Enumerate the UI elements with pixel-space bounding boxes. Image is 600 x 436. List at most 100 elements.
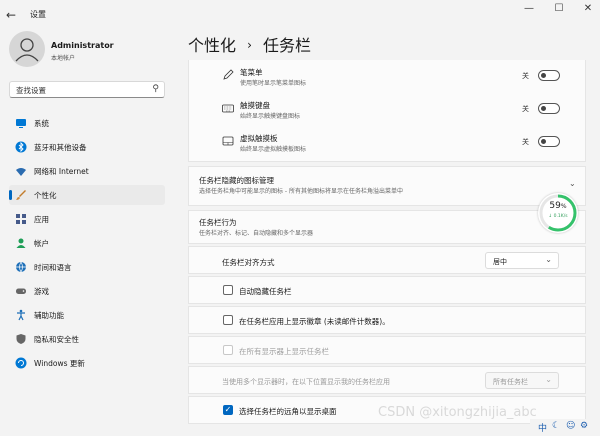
option-row: 在任务栏应用上显示徽章 (未读邮件计数器)。: [188, 306, 586, 334]
sidebar-item-4[interactable]: 应用: [9, 209, 165, 229]
game-icon: [15, 285, 27, 297]
corner-icon-title: 虚拟触摸板: [240, 134, 278, 143]
behaviors-desc: 任务栏对齐、标记、自动隐藏和多个显示器: [199, 230, 314, 237]
multi-display-select[interactable]: 所有任务栏 ⌄: [485, 372, 559, 389]
back-icon[interactable]: ←: [6, 8, 16, 22]
option-checkbox[interactable]: [223, 285, 233, 295]
pen-icon: [222, 69, 234, 81]
tray-item[interactable]: ☺: [566, 421, 575, 431]
page-title: 任务栏: [263, 36, 312, 55]
breadcrumb-separator: ›: [247, 38, 252, 52]
sidebar-item-0[interactable]: 系统: [9, 113, 165, 133]
minimize-button[interactable]: —: [522, 4, 536, 14]
wifi-icon: [15, 165, 27, 177]
system-tray: 中 ☾ ☺ ⚙: [530, 419, 600, 436]
search-placeholder: 查找设置: [16, 86, 46, 95]
alignment-value: 居中: [493, 258, 507, 266]
gauge-percent: 59%: [549, 201, 567, 211]
corner-icon-desc: 使用笔时显示笔菜单图标: [240, 80, 307, 87]
sidebar-item-label: 蓝牙和其他设备: [34, 143, 87, 152]
system-icon: [15, 117, 27, 129]
breadcrumb-parent[interactable]: 个性化: [188, 36, 236, 55]
behaviors-title: 任务栏行为: [199, 218, 237, 227]
overflow-title: 任务栏隐藏的图标管理: [199, 176, 274, 185]
app-title: 设置: [30, 10, 46, 19]
watermark: CSDN @xitongzhijia_abc: [378, 405, 537, 420]
avatar[interactable]: [9, 31, 45, 67]
toggle-switch[interactable]: [538, 103, 560, 114]
alignment-select[interactable]: 居中 ⌄: [485, 252, 559, 269]
maximize-button[interactable]: ☐: [552, 4, 566, 14]
accessibility-icon: [15, 309, 27, 321]
toggle-switch[interactable]: [538, 136, 560, 147]
toggle-state-label: 关: [522, 138, 529, 146]
option-checkbox[interactable]: [223, 345, 233, 355]
search-icon: ⚲: [152, 84, 159, 94]
option-row: 自动隐藏任务栏: [188, 276, 586, 304]
keyboard-icon: [222, 102, 234, 114]
option-row: 在所有显示器上显示任务栏: [188, 336, 586, 364]
option-label: 在所有显示器上显示任务栏: [239, 347, 329, 356]
corner-icon-desc: 始终显示触摸键盘图标: [240, 113, 301, 120]
tray-item[interactable]: ⚙: [580, 421, 588, 431]
sidebar-item-2[interactable]: 网络和 Internet: [9, 161, 165, 181]
search-input[interactable]: 查找设置 ⚲: [9, 81, 165, 98]
sidebar-item-label: 时间和语言: [34, 263, 72, 272]
multi-display-label: 当使用多个显示器时，在以下位置显示我的任务栏应用: [222, 378, 390, 386]
chevron-down-icon: ⌄: [545, 255, 552, 264]
sidebar-item-label: 隐私和安全性: [34, 335, 79, 344]
sidebar-item-5[interactable]: 帐户: [9, 233, 165, 253]
option-label: 在任务栏应用上显示徽章 (未读邮件计数器)。: [239, 317, 390, 326]
option-checkbox[interactable]: [223, 315, 233, 325]
sidebar-item-1[interactable]: 蓝牙和其他设备: [9, 137, 165, 157]
sidebar-item-label: 游戏: [34, 287, 49, 296]
corner-icon-title: 笔菜单: [240, 68, 263, 77]
toggle-switch[interactable]: [538, 70, 560, 81]
toggle-state-label: 关: [522, 105, 529, 113]
breadcrumb: 个性化 › 任务栏: [188, 32, 311, 56]
tray-item[interactable]: ☾: [552, 421, 560, 431]
sidebar-item-9[interactable]: 隐私和安全性: [9, 329, 165, 349]
user-icon: [15, 38, 39, 62]
sidebar-item-label: 网络和 Internet: [34, 167, 89, 176]
alignment-label: 任务栏对齐方式: [222, 258, 275, 267]
overflow-section-header[interactable]: 任务栏隐藏的图标管理 选择任务栏角中可能显示的图标 - 所有其他图标将显示在任务…: [188, 166, 586, 206]
behaviors-section-header[interactable]: 任务栏行为 任务栏对齐、标记、自动隐藏和多个显示器 ⌃: [188, 210, 586, 244]
bluetooth-icon: [15, 141, 27, 153]
multi-display-row: 当使用多个显示器时，在以下位置显示我的任务栏应用 所有任务栏 ⌄: [188, 366, 586, 394]
globe-icon: [15, 261, 27, 273]
network-gauge: 59% ↓ 0.1K/s: [538, 193, 578, 233]
sidebar-item-7[interactable]: 游戏: [9, 281, 165, 301]
show-desktop-checkbox[interactable]: ✓: [223, 405, 233, 415]
sidebar-item-label: 辅助功能: [34, 311, 64, 320]
active-indicator: [9, 190, 12, 200]
sidebar-item-3[interactable]: 个性化: [9, 185, 165, 205]
corner-icon-row: 触摸键盘始终显示触摸键盘图标 关: [188, 95, 586, 125]
sidebar-item-label: 系统: [34, 119, 49, 128]
sidebar-item-8[interactable]: 辅助功能: [9, 305, 165, 325]
corner-icon-desc: 始终显示虚拟触摸板图标: [240, 146, 307, 153]
chevron-down-icon: ⌄: [569, 179, 576, 188]
shield-icon: [15, 333, 27, 345]
close-button[interactable]: ✕: [581, 4, 595, 14]
gauge-speed: ↓ 0.1K/s: [548, 214, 568, 219]
user-name: Administrator: [51, 41, 114, 50]
alignment-row: 任务栏对齐方式 居中 ⌄: [188, 246, 586, 274]
touchpad-icon: [222, 135, 234, 147]
corner-icon-row: 虚拟触摸板始终显示虚拟触摸板图标 关: [188, 128, 586, 158]
corner-icon-row: 笔菜单 使用笔时显示笔菜单图标 关: [188, 62, 586, 92]
update-icon: [15, 357, 27, 369]
sidebar-item-label: 帐户: [34, 239, 49, 248]
tray-item[interactable]: 中: [538, 421, 547, 434]
gauge-ring: [539, 194, 577, 232]
apps-icon: [15, 213, 27, 225]
sidebar-item-6[interactable]: 时间和语言: [9, 257, 165, 277]
brush-icon: [15, 189, 27, 201]
overflow-desc: 选择任务栏角中可能显示的图标 - 所有其他图标将显示在任务栏角溢出菜单中: [199, 188, 403, 195]
sidebar-item-label: 个性化: [34, 191, 57, 200]
chevron-down-icon: ⌄: [545, 375, 552, 384]
option-label: 自动隐藏任务栏: [239, 287, 292, 296]
multi-display-value: 所有任务栏: [493, 378, 528, 386]
corner-icon-title: 触摸键盘: [240, 101, 270, 110]
sidebar-item-10[interactable]: Windows 更新: [9, 353, 165, 373]
